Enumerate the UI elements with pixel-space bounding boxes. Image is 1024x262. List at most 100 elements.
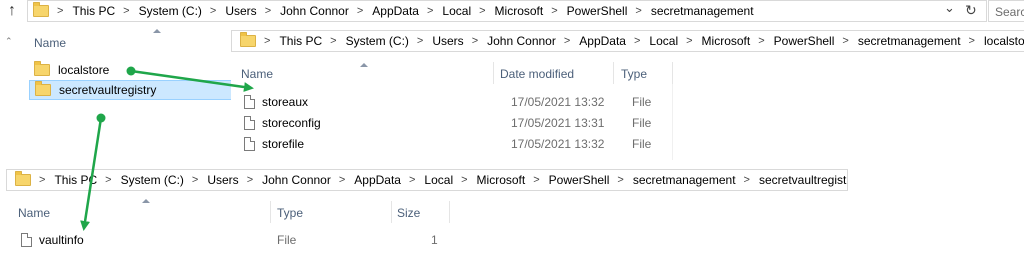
file-date: 17/05/2021 13:32 (511, 95, 605, 109)
column-header-type[interactable]: Type (277, 206, 303, 220)
column-divider[interactable] (493, 62, 494, 84)
breadcrumb-item[interactable]: Users (207, 173, 246, 187)
breadcrumb-item[interactable]: secretmanagement (651, 4, 762, 18)
breadcrumb-item[interactable]: System (C:) (139, 4, 210, 18)
chevron-right-icon: > (246, 174, 254, 186)
chevron-right-icon: > (209, 5, 217, 17)
chevron-right-icon: > (461, 174, 468, 186)
breadcrumb-item[interactable]: secretvaultregistry (759, 173, 847, 187)
folder-icon (35, 81, 51, 96)
folder-icon (15, 171, 31, 186)
column-header-name[interactable]: Name (34, 36, 66, 50)
breadcrumb-item[interactable]: Microsoft (477, 173, 534, 187)
breadcrumb-item[interactable]: AppData (372, 4, 427, 18)
column-header-date-modified[interactable]: Date modified (500, 67, 574, 81)
breadcrumb-item[interactable]: AppData (354, 173, 409, 187)
chevron-right-icon: > (479, 5, 486, 17)
chevron-right-icon: > (123, 5, 130, 17)
breadcrumb-item[interactable]: secretmanagement (633, 173, 744, 187)
chevron-right-icon: > (743, 174, 750, 186)
breadcrumb-item[interactable]: localstore (984, 34, 1024, 48)
chevron-right-icon: > (330, 35, 337, 47)
column-header-name[interactable]: Name (18, 206, 50, 220)
file-type: File (632, 95, 652, 109)
column-header-name[interactable]: Name (241, 67, 273, 81)
item-label: secretvaultregistry (59, 83, 157, 97)
chevron-right-icon: > (356, 5, 364, 17)
chevron-right-icon: > (338, 174, 346, 186)
column-divider[interactable] (613, 62, 614, 84)
breadcrumb-item[interactable]: John Connor (487, 34, 564, 48)
file-name: storeaux (262, 95, 309, 109)
folder-icon (34, 61, 50, 76)
column-header-size[interactable]: Size (397, 206, 420, 220)
breadcrumb-item[interactable]: Users (225, 4, 264, 18)
breadcrumb-item[interactable]: John Connor (262, 173, 339, 187)
main-address-bar[interactable]: > This PC > System (C:) > Users > John C… (27, 0, 987, 22)
file-row[interactable]: storeconfig 17/05/2021 13:31 File (244, 113, 664, 133)
search-box[interactable]: Searc (988, 0, 1024, 22)
file-size: 1 (431, 233, 438, 247)
localstore-address-bar[interactable]: > This PC > System (C:) > Users > John C… (231, 30, 1024, 52)
chevron-right-icon: > (105, 174, 112, 186)
breadcrumb-item[interactable]: PowerShell (774, 34, 843, 48)
breadcrumb-item[interactable]: This PC (279, 34, 330, 48)
list-item[interactable]: localstore (34, 60, 224, 80)
chevron-right-icon: > (57, 5, 64, 17)
breadcrumb-item[interactable]: Users (432, 34, 471, 48)
search-input-placeholder: Searc (995, 5, 1024, 19)
breadcrumb-item[interactable]: AppData (579, 34, 634, 48)
breadcrumb-item[interactable]: System (C:) (346, 34, 417, 48)
file-icon (244, 95, 255, 109)
chevron-right-icon: > (533, 174, 540, 186)
sort-ascending-icon (142, 199, 150, 203)
file-type: File (277, 233, 297, 247)
chevron-right-icon: > (686, 35, 693, 47)
chevron-right-icon: > (635, 5, 642, 17)
file-type: File (632, 137, 652, 151)
breadcrumb-item[interactable]: PowerShell (567, 4, 636, 18)
file-icon (244, 137, 255, 151)
list-item-selected[interactable]: secretvaultregistry (29, 80, 232, 100)
chevron-right-icon: > (968, 35, 975, 47)
chevron-right-icon: > (191, 174, 199, 186)
breadcrumb-item[interactable]: Microsoft (702, 34, 759, 48)
folder-icon (33, 2, 49, 17)
column-divider[interactable] (270, 201, 271, 223)
chevron-right-icon: > (408, 174, 416, 186)
up-arrow-icon[interactable]: ↑ (8, 2, 16, 20)
column-divider[interactable] (672, 62, 673, 84)
chevron-down-icon[interactable]: ⌄ (944, 0, 955, 16)
chevron-right-icon: > (264, 35, 271, 47)
file-icon (21, 233, 32, 247)
breadcrumb-item[interactable]: John Connor (280, 4, 357, 18)
column-divider[interactable] (449, 201, 450, 223)
item-label: localstore (58, 63, 110, 77)
refresh-icon[interactable]: ↻ (965, 2, 977, 19)
localstore-window: > This PC > System (C:) > Users > John C… (231, 30, 1024, 160)
breadcrumb-item[interactable]: This PC (54, 173, 105, 187)
chevron-right-icon: > (39, 174, 46, 186)
file-row[interactable]: storefile 17/05/2021 13:32 File (244, 134, 664, 154)
registry-window: > This PC > System (C:) > Users > John C… (6, 166, 848, 262)
sort-ascending-icon (153, 29, 161, 33)
column-header-type[interactable]: Type (621, 67, 647, 81)
file-row[interactable]: vaultinfo File 1 (21, 230, 451, 250)
chevron-right-icon: > (617, 174, 624, 186)
scroll-up-icon[interactable]: ⌃ (5, 36, 13, 47)
breadcrumb-item[interactable]: Local (442, 4, 479, 18)
breadcrumb-item[interactable]: This PC (72, 4, 123, 18)
breadcrumb-item[interactable]: Microsoft (495, 4, 552, 18)
file-date: 17/05/2021 13:32 (511, 137, 605, 151)
breadcrumb-item[interactable]: System (C:) (121, 173, 192, 187)
panel-edge (672, 84, 673, 160)
breadcrumb-item[interactable]: PowerShell (549, 173, 618, 187)
chevron-right-icon: > (633, 35, 641, 47)
breadcrumb-item[interactable]: secretmanagement (858, 34, 969, 48)
breadcrumb-item[interactable]: Local (424, 173, 461, 187)
file-row[interactable]: storeaux 17/05/2021 13:32 File (244, 92, 664, 112)
registry-address-bar[interactable]: > This PC > System (C:) > Users > John C… (6, 169, 848, 191)
file-name: vaultinfo (39, 233, 84, 247)
column-divider[interactable] (391, 201, 392, 223)
breadcrumb-item[interactable]: Local (649, 34, 686, 48)
